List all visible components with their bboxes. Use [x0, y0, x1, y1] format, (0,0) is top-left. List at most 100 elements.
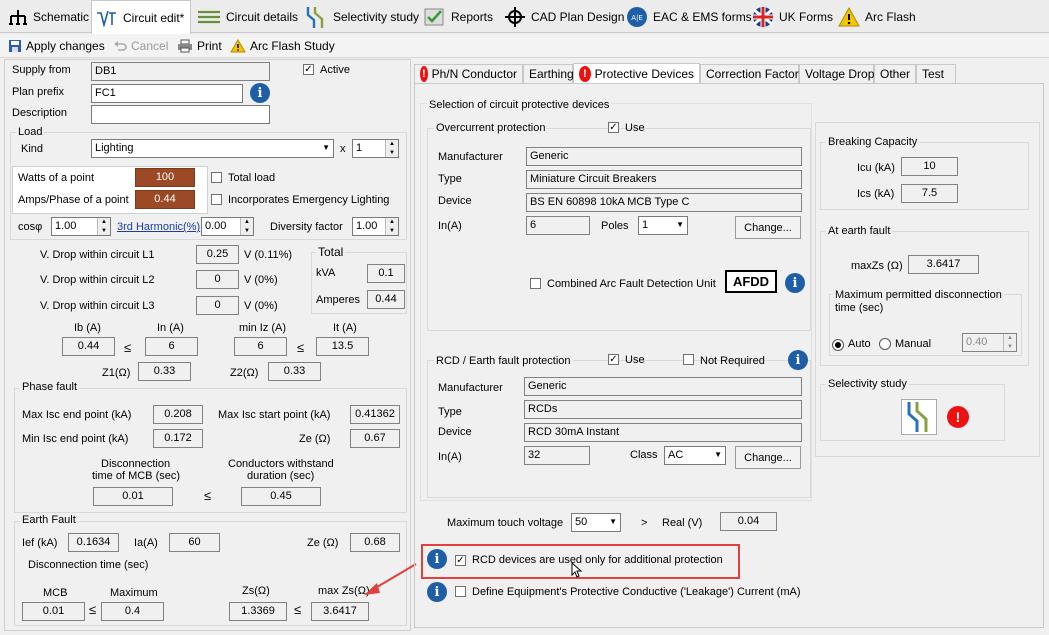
tab-eac-ems-forms[interactable]: A|E EAC & EMS forms: [622, 0, 752, 33]
poles-select[interactable]: 1 ▼: [638, 216, 688, 235]
vdrop-l3-pct: V (0%): [244, 300, 278, 312]
rcd-use-checkbox[interactable]: ✓: [608, 354, 619, 365]
total-load-checkbox[interactable]: [211, 172, 222, 183]
printer-icon: [177, 39, 193, 53]
error-icon: !: [947, 406, 969, 428]
amps-field[interactable]: 0.44: [135, 190, 195, 209]
cancel-label: Cancel: [131, 39, 169, 53]
tab-uk-forms[interactable]: UK Forms: [748, 0, 833, 33]
description-input[interactable]: [91, 105, 270, 124]
amperes-label: Amperes: [316, 294, 361, 306]
manual-radio[interactable]: [879, 338, 891, 350]
touch-voltage-value: 50: [575, 516, 588, 528]
subtab-other[interactable]: Other: [874, 64, 916, 83]
apply-changes-button[interactable]: Apply changes: [8, 37, 105, 55]
spinner-arrows-icon[interactable]: ▲ ▼: [385, 140, 398, 157]
circuit-edit-icon: [96, 9, 118, 27]
spinner-arrows-icon[interactable]: ▲ ▼: [240, 218, 253, 235]
oc-device-label: Device: [438, 195, 472, 207]
spinner-arrows-icon[interactable]: ▲ ▼: [1003, 334, 1016, 351]
auto-radio[interactable]: [832, 339, 844, 351]
rcd-device-label: Device: [438, 426, 472, 438]
auto-label: Auto: [848, 338, 871, 350]
multiplier-spinner[interactable]: 1 ▲ ▼: [352, 139, 399, 158]
kind-select[interactable]: Lighting ▼: [91, 139, 334, 158]
tab-cad-label: CAD Plan Design: [531, 9, 625, 24]
plan-prefix-input[interactable]: FC1: [91, 84, 243, 103]
oc-manufacturer-label: Manufacturer: [438, 151, 503, 163]
subtab-ph-n-conductor[interactable]: ! Ph/N Conductor: [414, 64, 523, 83]
emergency-label: Incorporates Emergency Lighting: [228, 194, 390, 206]
diversity-spinner[interactable]: 1.00 ▲ ▼: [352, 217, 399, 236]
info-icon[interactable]: i: [788, 350, 808, 370]
not-required-label: Not Required: [700, 355, 765, 367]
info-icon[interactable]: i: [427, 582, 447, 602]
rcd-change-button[interactable]: Change...: [735, 446, 801, 469]
subtab-test[interactable]: Test: [916, 64, 956, 83]
maximum-label: Maximum: [110, 587, 158, 599]
tab-reports[interactable]: Reports: [420, 0, 496, 33]
active-checkbox[interactable]: ✓: [303, 64, 314, 75]
leakage-checkbox[interactable]: [455, 586, 466, 597]
tab-arc-flash[interactable]: Arc Flash: [834, 0, 916, 33]
main-tab-bar: Schematic Circuit edit* Circuit details …: [0, 0, 1049, 34]
list-icon: [197, 8, 221, 26]
overcurrent-use-checkbox[interactable]: ✓: [608, 122, 619, 133]
afdd-checkbox[interactable]: [530, 278, 541, 289]
rcd-type-label: Type: [438, 406, 462, 418]
print-button[interactable]: Print: [177, 37, 222, 55]
arc-flash-study-label: Arc Flash Study: [250, 39, 335, 53]
oc-type-label: Type: [438, 173, 462, 185]
rcd-device-field: RCD 30mA Instant: [524, 423, 802, 442]
withstand-label-2: duration (sec): [247, 470, 315, 482]
withstand-field: 0.45: [241, 487, 321, 506]
overcurrent-use-label: Use: [625, 122, 645, 134]
info-icon[interactable]: i: [785, 273, 805, 293]
cos-spinner[interactable]: 1.00 ▲ ▼: [51, 217, 111, 236]
not-required-checkbox[interactable]: [683, 354, 694, 365]
class-select[interactable]: AC ▼: [664, 446, 726, 465]
vdrop-l2-label: V. Drop within circuit L2: [40, 274, 155, 286]
leq-symbol: ≤: [124, 340, 132, 355]
info-icon[interactable]: i: [250, 83, 270, 103]
tab-circuit-edit[interactable]: Circuit edit*: [91, 0, 191, 34]
poles-label: Poles: [601, 220, 629, 232]
z2-field: 0.33: [268, 362, 321, 381]
cancel-button[interactable]: Cancel: [113, 37, 168, 55]
tab-selectivity-study[interactable]: Selectivity study: [300, 0, 419, 33]
emergency-checkbox[interactable]: [211, 194, 222, 205]
ia-label: Ia(A): [134, 537, 158, 549]
dropdown-arrow-icon: ▼: [322, 143, 330, 152]
withstand-label: Conductors withstand: [228, 458, 334, 470]
max-zs-field: 3.6417: [311, 602, 369, 621]
tab-cad-plan-design[interactable]: CAD Plan Design: [500, 0, 624, 33]
oc-change-button[interactable]: Change...: [735, 216, 801, 239]
spinner-arrows-icon[interactable]: ▲ ▼: [385, 218, 398, 235]
harmonic-spinner[interactable]: 0.00 ▲ ▼: [201, 217, 254, 236]
rcd-additional-label: RCD devices are used only for additional…: [472, 554, 723, 566]
rcd-additional-checkbox[interactable]: ✓: [455, 555, 466, 566]
tab-schematic[interactable]: Schematic: [4, 0, 90, 33]
subtab-voltage-drop[interactable]: Voltage Drop: [799, 64, 874, 83]
spinner-arrows-icon[interactable]: ▲ ▼: [97, 218, 110, 235]
mpdt-label-2: time (sec): [835, 302, 884, 314]
touch-voltage-select[interactable]: 50 ▼: [571, 513, 621, 532]
subtab-correction-factors[interactable]: Correction Factors: [700, 64, 805, 83]
info-icon[interactable]: i: [427, 549, 447, 569]
rcd-in-field: 32: [524, 446, 590, 465]
arc-flash-study-button[interactable]: Arc Flash Study: [230, 37, 335, 55]
subtab-earthing[interactable]: Earthing: [523, 64, 574, 83]
cos-value: 1.00: [55, 220, 77, 232]
oc-in-label: In(A): [438, 220, 462, 232]
watts-field[interactable]: 100: [135, 168, 195, 187]
vdrop-l1-field: 0.25: [196, 245, 239, 264]
selectivity-study-button[interactable]: [901, 399, 937, 435]
subtab-protective-devices[interactable]: ! Protective Devices: [573, 63, 700, 83]
harmonic-link[interactable]: 3rd Harmonic(%): [117, 221, 200, 233]
tab-circuit-details[interactable]: Circuit details: [193, 0, 298, 33]
z1-field: 0.33: [138, 362, 191, 381]
miniz-field: 6: [234, 337, 287, 356]
active-label: Active: [320, 64, 350, 76]
it-field: 13.5: [316, 337, 369, 356]
manual-time-spinner[interactable]: 0.40 ▲ ▼: [962, 333, 1017, 352]
